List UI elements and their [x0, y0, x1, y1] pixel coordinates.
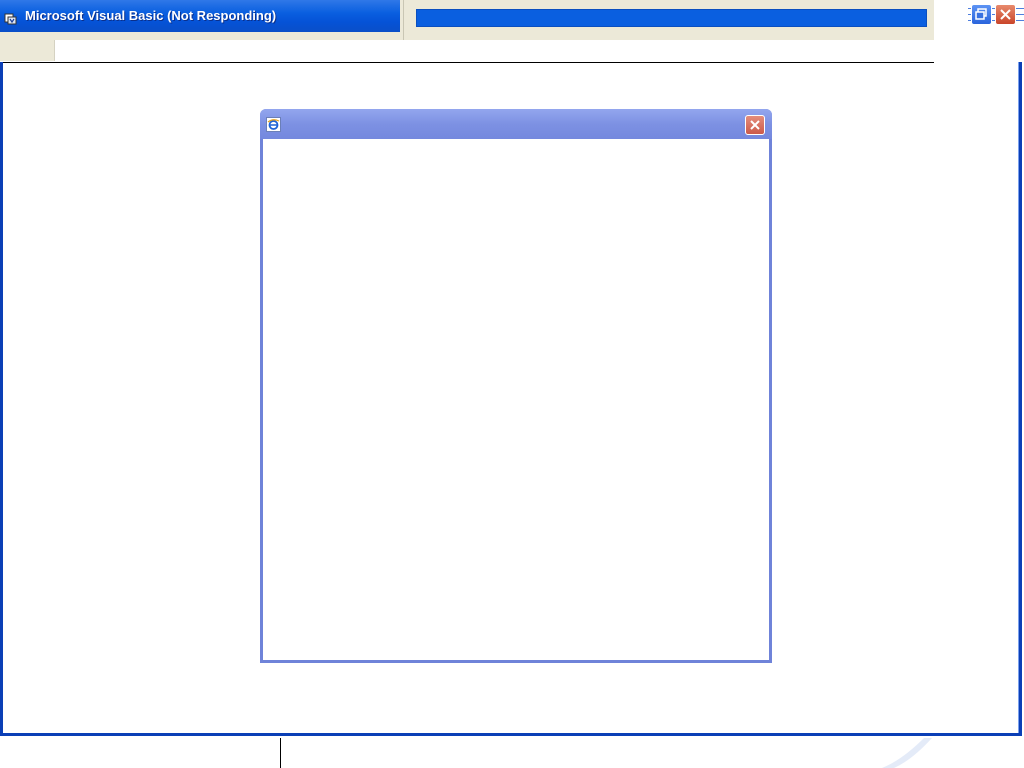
popup-dialog-titlebar[interactable]	[260, 109, 772, 139]
close-icon	[750, 120, 760, 130]
restore-button[interactable]	[971, 4, 992, 25]
wallpaper-swoosh	[882, 738, 932, 768]
vb-window-titlebar[interactable]: Microsoft Visual Basic (Not Responding)	[0, 0, 400, 33]
toolbar-strip	[0, 32, 400, 40]
restore-icon	[975, 8, 987, 20]
close-icon	[1000, 9, 1011, 20]
popup-close-button[interactable]	[745, 115, 765, 135]
close-button[interactable]	[995, 4, 1016, 25]
popup-dialog-content	[263, 139, 769, 660]
status-divider	[280, 738, 281, 768]
vb-app-icon	[4, 10, 18, 25]
toolbar-separator	[403, 0, 404, 40]
window-controls	[968, 4, 1020, 26]
menu-tab[interactable]	[0, 40, 55, 61]
ie-icon	[266, 117, 281, 132]
vb-window-title: Microsoft Visual Basic (Not Responding)	[25, 8, 277, 23]
frame-highlight	[1018, 62, 1019, 733]
busy-progress-bar	[416, 9, 927, 27]
desktop-screen: Microsoft Visual Basic (Not Responding)	[0, 0, 1024, 768]
popup-dialog	[260, 109, 772, 663]
